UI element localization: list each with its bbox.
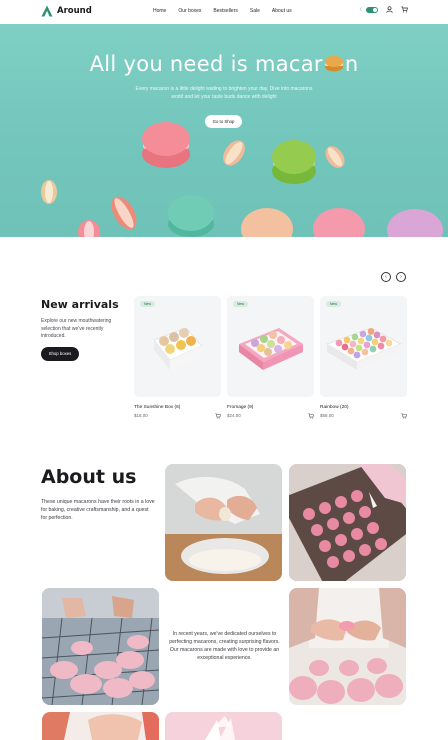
product-meta: $58.00 xyxy=(320,413,407,419)
photo-bottom-left-art xyxy=(42,712,159,740)
cart-icon[interactable] xyxy=(401,6,408,13)
product-name[interactable]: Fromage (9) xyxy=(227,405,314,410)
product-card-sunshine[interactable]: New The Sunshine Box (6) $18.00 xyxy=(134,296,221,419)
photo-piping-macarons xyxy=(289,464,406,581)
hero-banner: All you need is macar n Every macaron is… xyxy=(0,24,448,237)
product-price: $58.00 xyxy=(320,413,334,418)
photo-bottom-center xyxy=(165,712,282,740)
macaron-icon xyxy=(324,56,343,72)
product-name[interactable]: The Sunshine Box (6) xyxy=(134,405,221,410)
add-to-cart-icon[interactable] xyxy=(215,413,221,419)
hero-title-end: n xyxy=(344,52,359,76)
about-paragraph-1: These unique macarons have their roots i… xyxy=(41,499,155,521)
product-image[interactable]: New xyxy=(227,296,314,397)
macaron-pink-large xyxy=(142,122,190,168)
new-arrivals-description: Explore our new mouthwatering selection … xyxy=(41,318,112,339)
site-header: Around Home Our boxes Bestsellers Sale A… xyxy=(0,0,448,24)
nav-about-us[interactable]: About us xyxy=(272,8,292,14)
macaron-coral xyxy=(111,196,137,230)
macaron-pink-right xyxy=(313,208,365,237)
product-image[interactable]: New xyxy=(320,296,407,397)
nav-sale[interactable]: Sale xyxy=(250,8,260,14)
macaron-pink-edge xyxy=(78,220,100,237)
toggle-knob xyxy=(373,7,377,12)
product-price: $24.00 xyxy=(227,413,241,418)
photo-cracking-eggs xyxy=(165,464,282,581)
nav-our-boxes[interactable]: Our boxes xyxy=(178,8,201,14)
photo-piping-art xyxy=(289,464,406,581)
carousel-prev-button[interactable]: ‹ xyxy=(381,272,391,282)
macaron-green xyxy=(272,140,316,184)
macaron-lilac xyxy=(387,209,443,237)
product-image[interactable]: New xyxy=(134,296,221,397)
about-paragraph-2: In recent years, we've dedicated ourselv… xyxy=(169,631,280,661)
product-name[interactable]: Rainbow (20) xyxy=(320,405,407,410)
product-meta: $24.00 xyxy=(227,413,314,419)
moon-icon: ☾ xyxy=(359,6,364,13)
photo-hands-art xyxy=(289,588,406,705)
photo-rack-art xyxy=(42,588,159,705)
macaron-box-20-illustration xyxy=(325,327,403,370)
theme-toggle[interactable]: ☾ xyxy=(359,6,378,13)
photo-bottom-left xyxy=(42,712,159,740)
new-badge: New xyxy=(326,301,342,307)
nav-bestsellers[interactable]: Bestsellers xyxy=(213,8,237,14)
toggle-switch[interactable] xyxy=(366,6,378,13)
header-tools: ☾ xyxy=(360,6,408,13)
photo-cracking-eggs-art xyxy=(165,464,282,581)
hero-title: All you need is macar n xyxy=(0,52,448,76)
brand-logo[interactable]: Around xyxy=(41,5,92,17)
product-card-rainbow[interactable]: New Rainbow (20) $58.00 xyxy=(320,296,407,419)
go-to-shop-button[interactable]: Go to Shop xyxy=(205,115,242,128)
product-card-fromage[interactable]: New Fromage (9) $24.00 xyxy=(227,296,314,419)
macaron-mint xyxy=(168,195,214,237)
brand-name: Around xyxy=(57,6,92,16)
user-icon[interactable] xyxy=(386,6,393,13)
carousel-next-button[interactable]: › xyxy=(396,272,406,282)
product-price: $18.00 xyxy=(134,413,148,418)
macaron-peach-small xyxy=(223,140,245,166)
about-heading: About us xyxy=(41,466,137,488)
nav-home[interactable]: Home xyxy=(153,8,166,14)
new-badge: New xyxy=(140,301,156,307)
main-nav: Home Our boxes Bestsellers Sale About us xyxy=(153,8,304,14)
photo-macarons-rack xyxy=(42,588,159,705)
macaron-peach-big xyxy=(241,208,293,237)
add-to-cart-icon[interactable] xyxy=(401,413,407,419)
new-arrivals-heading: New arrivals xyxy=(41,298,119,311)
new-badge: New xyxy=(233,301,249,307)
add-to-cart-icon[interactable] xyxy=(308,413,314,419)
page: Around Home Our boxes Bestsellers Sale A… xyxy=(0,0,448,740)
macaron-box-6-illustration xyxy=(153,327,203,370)
hero-title-text: All you need is macar xyxy=(89,52,323,76)
shop-boxes-button[interactable]: Shop boxes xyxy=(41,347,79,361)
hero-subtitle: Every macaron is a little delight waitin… xyxy=(135,86,313,100)
logo-icon xyxy=(41,5,53,17)
photo-bottom-center-art xyxy=(165,712,282,740)
macaron-peach-right xyxy=(325,146,345,168)
macaron-box-9-illustration xyxy=(239,328,303,370)
macaron-cream-left xyxy=(41,180,57,204)
photo-hands-macaron xyxy=(289,588,406,705)
product-meta: $18.00 xyxy=(134,413,221,419)
